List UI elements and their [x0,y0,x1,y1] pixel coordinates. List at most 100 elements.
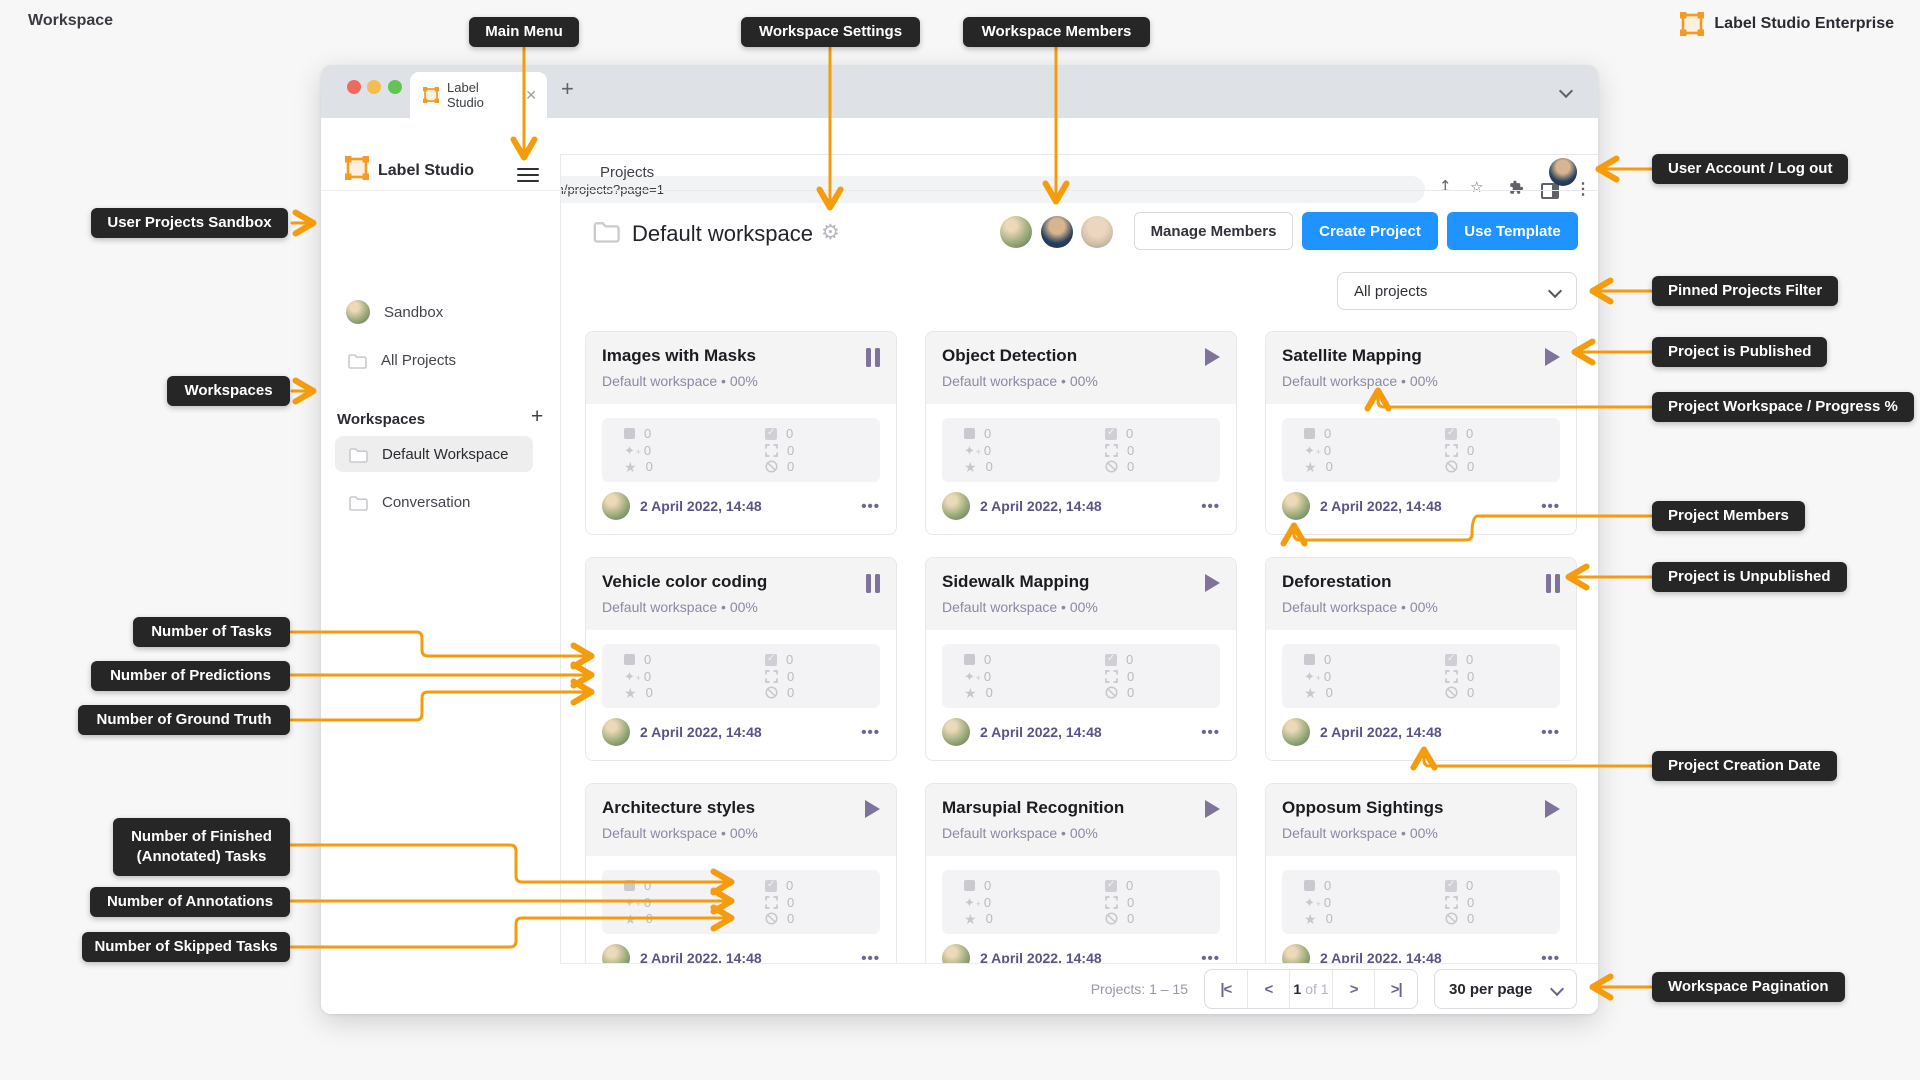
tasks-icon [1304,428,1315,439]
skipped-icon [1105,686,1118,699]
callout-number-of-tasks: Number of Tasks [133,617,290,647]
workspace-settings-gear-icon[interactable]: ⚙ [821,220,840,245]
member-avatar[interactable] [1000,216,1032,248]
ground-truth-count: 0 [985,911,993,926]
annotations-icon [1445,669,1458,683]
project-menu-kebab-icon[interactable]: ••• [861,498,880,515]
window-zoom-button[interactable] [388,80,402,94]
sidebar-item-all-projects[interactable]: All Projects [347,352,456,369]
project-menu-kebab-icon[interactable]: ••• [1201,950,1220,964]
callout-number-of-annotations: Number of Annotations [90,887,290,917]
project-creator-avatar [1282,944,1310,963]
last-page-button[interactable]: >| [1375,970,1417,1008]
stat-tasks: 0 [624,426,765,441]
stat-predictions: ✦ +0 [1304,669,1445,684]
project-card-header: Opposum Sightings Default workspace • 00… [1266,784,1576,856]
project-card[interactable]: Architecture styles Default workspace • … [585,783,897,963]
tab-list-chevron-icon[interactable] [1558,83,1574,101]
folder-icon [348,354,367,369]
ground-truth-star-icon: ★ [964,458,977,475]
project-card-header: Images with Masks Default workspace • 00… [586,332,896,404]
project-title: Deforestation [1282,572,1392,591]
first-page-button[interactable]: |< [1205,970,1248,1008]
tasks-icon [964,880,975,891]
projects-filter-select[interactable]: All projects [1337,272,1577,310]
next-page-button[interactable]: > [1333,970,1376,1008]
window-minimize-button[interactable] [367,80,381,94]
project-menu-kebab-icon[interactable]: ••• [1541,724,1560,741]
project-card[interactable]: Deforestation Default workspace • 00% 0 … [1265,557,1577,761]
sidebar-item-default-workspace[interactable]: Default Workspace [335,436,533,472]
stat-annotations: 0 [1105,669,1220,684]
stat-tasks: 0 [964,652,1105,667]
project-card[interactable]: Opposum Sightings Default workspace • 00… [1265,783,1577,963]
browser-window: Label Studio ✕ + ← → ↻ app.heartex.com/p… [321,65,1598,1014]
window-close-button[interactable] [347,80,361,94]
member-avatar[interactable] [1041,216,1073,248]
tab-close-icon[interactable]: ✕ [525,87,537,104]
ground-truth-star-icon: ★ [1304,684,1317,701]
predictions-count: 0 [643,442,652,458]
project-menu-kebab-icon[interactable]: ••• [1201,724,1220,741]
project-workspace-progress: Default workspace • 00% [1282,599,1438,615]
brand-lockup: Label Studio Enterprise [1680,12,1894,36]
stat-annotations: 0 [1445,443,1560,458]
create-project-button[interactable]: Create Project [1302,212,1438,250]
project-creation-date: 2 April 2022, 14:48 [1320,950,1442,963]
sidebar-item-sandbox[interactable]: Sandbox [346,300,443,324]
projects-breadcrumb: Projects [600,164,655,181]
user-account-avatar[interactable] [1549,158,1577,186]
project-card[interactable]: Object Detection Default workspace • 00%… [925,331,1237,535]
project-card[interactable]: Sidewalk Mapping Default workspace • 00%… [925,557,1237,761]
stat-tasks: 0 [624,652,765,667]
share-icon[interactable]: ↥ [1439,177,1452,195]
page-size-select[interactable]: 30 per page [1434,969,1577,1009]
finished-check-icon [1445,427,1457,440]
annotations-icon [765,895,778,909]
manage-members-button[interactable]: Manage Members [1134,212,1293,250]
side-panel-icon[interactable] [1541,183,1559,199]
project-menu-kebab-icon[interactable]: ••• [1541,498,1560,515]
project-card-footer: 2 April 2022, 14:48 ••• [942,718,1220,746]
bookmark-star-icon[interactable]: ☆ [1470,178,1483,196]
project-card[interactable]: Satellite Mapping Default workspace • 00… [1265,331,1577,535]
browser-tab[interactable]: Label Studio ✕ [410,72,547,118]
project-menu-kebab-icon[interactable]: ••• [1541,950,1560,964]
use-template-button[interactable]: Use Template [1447,212,1578,250]
stat-skipped: 0 [1445,459,1560,474]
new-tab-button[interactable]: + [561,76,574,102]
sidebar-item-conversation[interactable]: Conversation [348,494,470,511]
filter-value: All projects [1354,282,1428,300]
project-menu-kebab-icon[interactable]: ••• [861,950,880,964]
predictions-count: 0 [643,894,652,910]
project-card-header: Vehicle color coding Default workspace •… [586,558,896,630]
stat-ground-truth: ★ 0 [964,685,1105,700]
callout-workspace-members: Workspace Members [963,17,1150,47]
add-workspace-plus-icon[interactable]: + [531,405,543,429]
play-icon [1205,574,1220,594]
annotations-icon [765,443,778,457]
finished-count: 0 [1126,878,1134,893]
project-title: Opposum Sightings [1282,798,1444,817]
predictions-icon: ✦ + [1304,668,1321,684]
stat-annotations: 0 [1445,669,1560,684]
finished-check-icon [1105,653,1117,666]
stat-annotations: 0 [1105,895,1220,910]
main-menu-hamburger-icon[interactable] [517,164,539,186]
project-menu-kebab-icon[interactable]: ••• [1201,498,1220,515]
tasks-count: 0 [1324,878,1332,893]
callout-number-of-finished-tasks: Number of Finished (Annotated) Tasks [113,818,290,876]
browser-menu-kebab-icon[interactable]: ⋮ [1575,179,1591,199]
project-card[interactable]: Vehicle color coding Default workspace •… [585,557,897,761]
project-card[interactable]: Images with Masks Default workspace • 00… [585,331,897,535]
project-card-header: Architecture styles Default workspace • … [586,784,896,856]
member-avatar[interactable] [1081,216,1113,248]
tasks-count: 0 [644,652,652,667]
tasks-count: 0 [1324,426,1332,441]
finished-count: 0 [1466,652,1474,667]
stat-predictions: ✦ +0 [624,669,765,684]
prev-page-button[interactable]: < [1248,970,1291,1008]
project-card[interactable]: Marsupial Recognition Default workspace … [925,783,1237,963]
project-menu-kebab-icon[interactable]: ••• [861,724,880,741]
stat-finished: 0 [1105,426,1220,441]
